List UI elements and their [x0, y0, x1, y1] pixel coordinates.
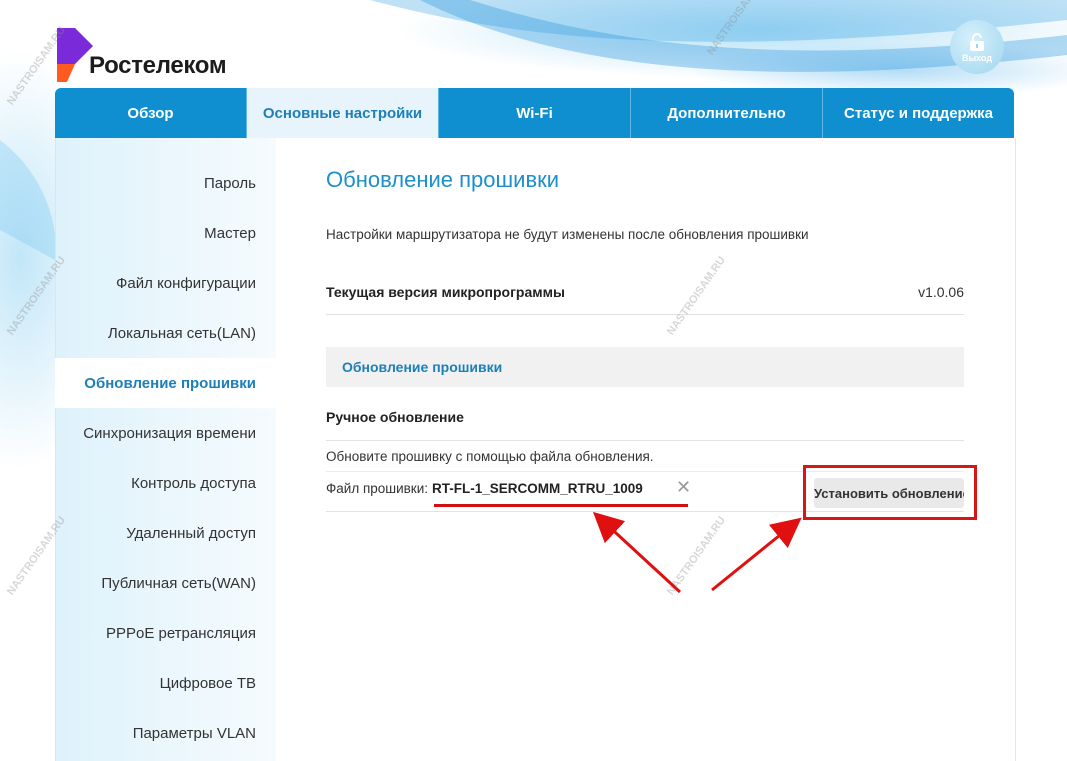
- logout-label: Выход: [961, 52, 993, 63]
- sidebar-item-vlan[interactable]: Параметры VLAN: [55, 708, 276, 758]
- sidebar-item-digital-tv[interactable]: Цифровое ТВ: [55, 658, 276, 708]
- sidebar-item-pppoe-relay[interactable]: PPPoE ретрансляция: [55, 608, 276, 658]
- unlock-icon: [970, 32, 984, 51]
- section-title: Обновление прошивки: [342, 359, 503, 375]
- current-version-label: Текущая версия микропрограммы: [326, 284, 565, 300]
- rostelecom-logo[interactable]: Ростелеком: [55, 24, 275, 84]
- sidebar-item-wan[interactable]: Публичная сеть(WAN): [55, 558, 276, 608]
- page-title: Обновление прошивки: [326, 167, 560, 192]
- current-version-value: v1.0.06: [918, 284, 964, 300]
- annotation-highlight-box: [803, 465, 977, 520]
- divider: [326, 440, 964, 441]
- sidebar-item-firmware-update[interactable]: Обновление прошивки: [55, 358, 276, 408]
- sidebar-item-config-file[interactable]: Файл конфигурации: [55, 258, 276, 308]
- manual-update-title: Ручное обновление: [326, 409, 464, 425]
- firmware-file-name[interactable]: RT-FL-1_SERCOMM_RTRU_1009: [432, 481, 643, 496]
- info-note: Настройки маршрутизатора не будут измене…: [326, 227, 809, 242]
- clear-file-icon[interactable]: ✕: [676, 477, 691, 498]
- annotation-underline: [434, 504, 688, 507]
- update-hint: Обновите прошивку с помощью файла обновл…: [326, 449, 654, 464]
- tab-advanced[interactable]: Дополнительно: [631, 88, 823, 138]
- tab-status-support[interactable]: Статус и поддержка: [823, 88, 1014, 138]
- section-header: Обновление прошивки: [326, 347, 964, 387]
- sidebar-item-wizard[interactable]: Мастер: [55, 208, 276, 258]
- tab-basic-settings[interactable]: Основные настройки: [247, 88, 439, 138]
- sidebar-item-time-sync[interactable]: Синхронизация времени: [55, 408, 276, 458]
- sidebar: Пароль Мастер Файл конфигурации Локальна…: [55, 138, 276, 761]
- sidebar-item-lan[interactable]: Локальная сеть(LAN): [55, 308, 276, 358]
- sidebar-item-remote-access[interactable]: Удаленный доступ: [55, 508, 276, 558]
- sidebar-item-password[interactable]: Пароль: [55, 158, 276, 208]
- tab-overview[interactable]: Обзор: [55, 88, 247, 138]
- firmware-file-row: Файл прошивки: RT-FL-1_SERCOMM_RTRU_1009: [326, 481, 643, 496]
- main-tabs: Обзор Основные настройки Wi-Fi Дополните…: [55, 88, 1014, 138]
- firmware-file-label: Файл прошивки:: [326, 481, 429, 496]
- logo-text: Ростелеком: [89, 52, 227, 79]
- sidebar-item-access-control[interactable]: Контроль доступа: [55, 458, 276, 508]
- current-version-row: Текущая версия микропрограммы v1.0.06: [326, 268, 964, 315]
- tab-wifi[interactable]: Wi-Fi: [439, 88, 631, 138]
- logout-button[interactable]: Выход: [950, 20, 1004, 74]
